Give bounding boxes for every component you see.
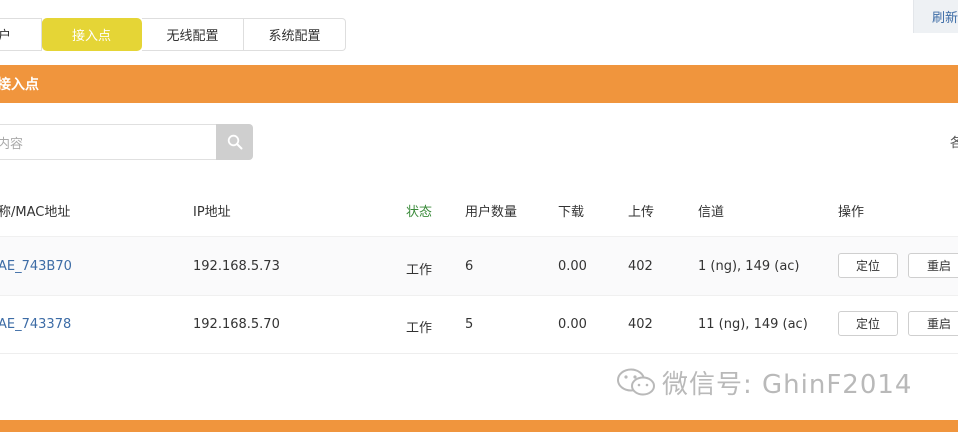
search-placeholder: 内容 bbox=[0, 136, 24, 152]
ap-ip: 192.168.5.73 bbox=[193, 259, 280, 274]
table-row: AE_743378 192.168.5.70 工作 5 0.00 402 11 … bbox=[0, 295, 958, 354]
header-status: 状态 bbox=[406, 205, 433, 220]
ap-status: 工作 bbox=[406, 321, 433, 336]
ap-upload: 402 bbox=[628, 259, 653, 274]
section-title: 接入点 bbox=[0, 77, 39, 93]
wechat-icon bbox=[617, 368, 655, 395]
locate-button[interactable]: 定位 bbox=[838, 311, 898, 336]
search-input[interactable]: 内容 bbox=[0, 124, 218, 160]
reboot-button[interactable]: 重启 bbox=[908, 253, 958, 278]
tab-system-config[interactable]: 系统配置 bbox=[244, 18, 346, 51]
ap-upload: 402 bbox=[628, 317, 653, 332]
header-users: 用户数量 bbox=[465, 205, 518, 220]
header-ip: IP地址 bbox=[193, 205, 231, 220]
tab-system-config-label: 系统配置 bbox=[268, 29, 321, 44]
ap-user-count: 6 bbox=[465, 259, 474, 274]
ap-ip: 192.168.5.70 bbox=[193, 317, 280, 332]
tab-wireless-config[interactable]: 无线配置 bbox=[142, 18, 244, 51]
ap-status: 工作 bbox=[406, 263, 433, 278]
ap-download: 0.00 bbox=[558, 259, 587, 274]
top-tab-bar: 户 接入点 无线配置 系统配置 bbox=[0, 18, 346, 51]
watermark-text: 微信号: GhinF2014 bbox=[662, 370, 913, 400]
tab-access-points[interactable]: 接入点 bbox=[42, 18, 142, 51]
header-name-mac: 称/MAC地址 bbox=[0, 205, 71, 220]
ap-download: 0.00 bbox=[558, 317, 587, 332]
header-download: 下载 bbox=[558, 205, 585, 220]
search-button[interactable] bbox=[216, 124, 253, 160]
refresh-button[interactable]: 刷新 bbox=[913, 0, 958, 33]
refresh-button-label: 刷新 bbox=[932, 11, 958, 26]
tab-users-label: 户 bbox=[0, 29, 12, 44]
tab-wireless-config-label: 无线配置 bbox=[166, 29, 219, 44]
section-header: 接入点 bbox=[0, 65, 958, 103]
ap-user-count: 5 bbox=[465, 317, 474, 332]
ap-name-link[interactable]: AE_743378 bbox=[0, 317, 71, 332]
search-icon bbox=[227, 134, 242, 150]
wechat-watermark: 微信号: GhinF2014 bbox=[616, 364, 912, 401]
right-edge-text: 各 bbox=[950, 136, 958, 151]
ap-channel: 11 (ng), 149 (ac) bbox=[698, 317, 808, 332]
locate-button[interactable]: 定位 bbox=[838, 253, 898, 278]
ap-name-link[interactable]: AE_743B70 bbox=[0, 259, 72, 274]
tab-access-points-label: 接入点 bbox=[71, 29, 111, 44]
bottom-section-bar bbox=[0, 420, 958, 432]
ap-channel: 1 (ng), 149 (ac) bbox=[698, 259, 800, 274]
header-channel: 信道 bbox=[698, 205, 725, 220]
header-actions: 操作 bbox=[838, 205, 865, 220]
tab-users[interactable]: 户 bbox=[0, 18, 42, 51]
table-row: AE_743B70 192.168.5.73 工作 6 0.00 402 1 (… bbox=[0, 236, 958, 296]
header-upload: 上传 bbox=[628, 205, 655, 220]
reboot-button[interactable]: 重启 bbox=[908, 311, 958, 336]
